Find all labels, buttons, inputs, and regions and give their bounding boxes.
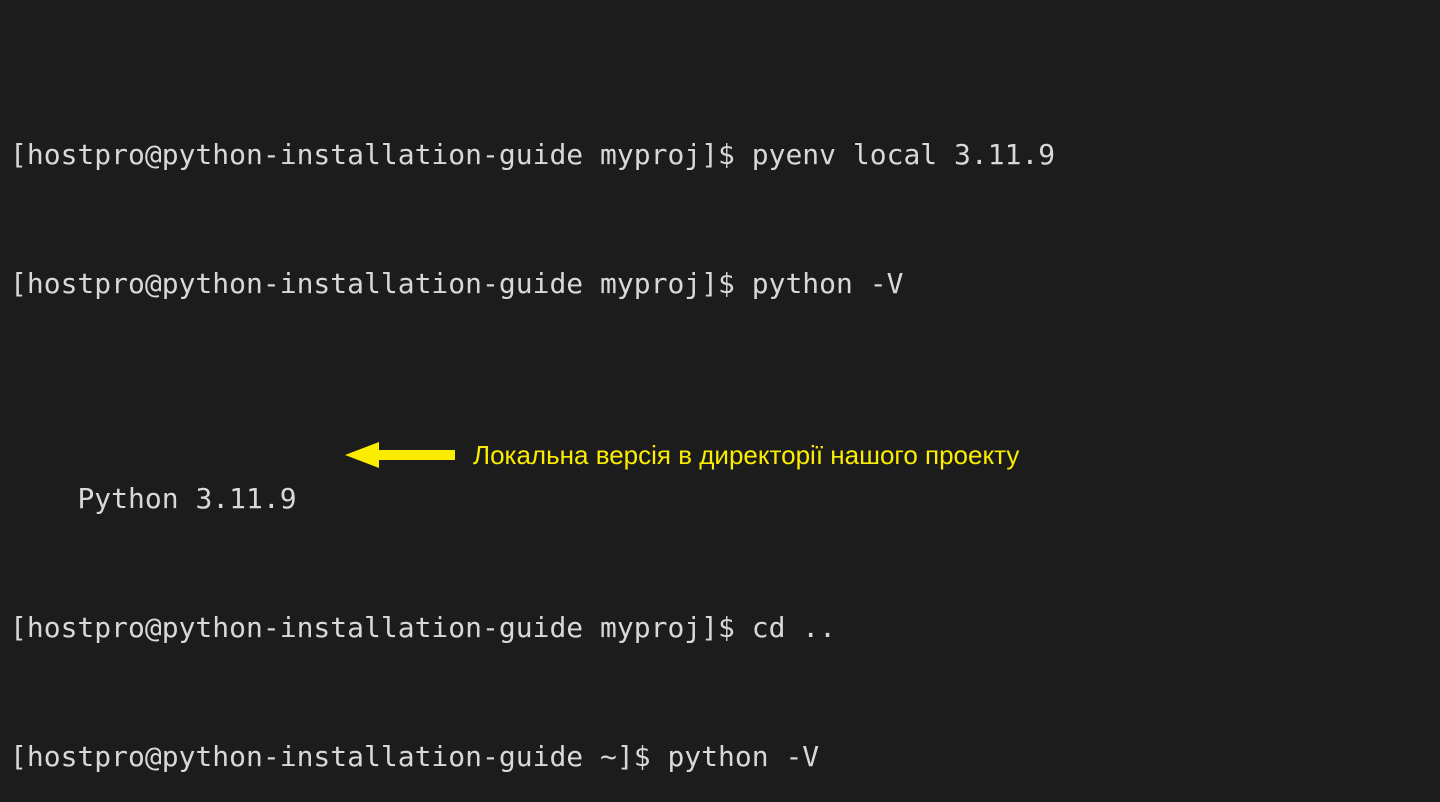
annotation-local: Локальна версія в директорії нашого прое… xyxy=(345,442,1019,468)
terminal[interactable]: [hostpro@python-installation-guide mypro… xyxy=(0,0,1440,802)
terminal-line: [hostpro@python-installation-guide mypro… xyxy=(10,606,1430,649)
terminal-line: [hostpro@python-installation-guide mypro… xyxy=(10,262,1430,305)
terminal-line: [hostpro@python-installation-guide mypro… xyxy=(10,133,1430,176)
terminal-line: [hostpro@python-installation-guide ~]$ p… xyxy=(10,735,1430,778)
output-text: Python 3.11.9 xyxy=(77,482,296,515)
terminal-line-local-version: Python 3.11.9 Локальна версія в директор… xyxy=(10,434,1430,477)
arrow-left-icon xyxy=(345,442,455,468)
annotation-text: Локальна версія в директорії нашого прое… xyxy=(473,442,1019,468)
